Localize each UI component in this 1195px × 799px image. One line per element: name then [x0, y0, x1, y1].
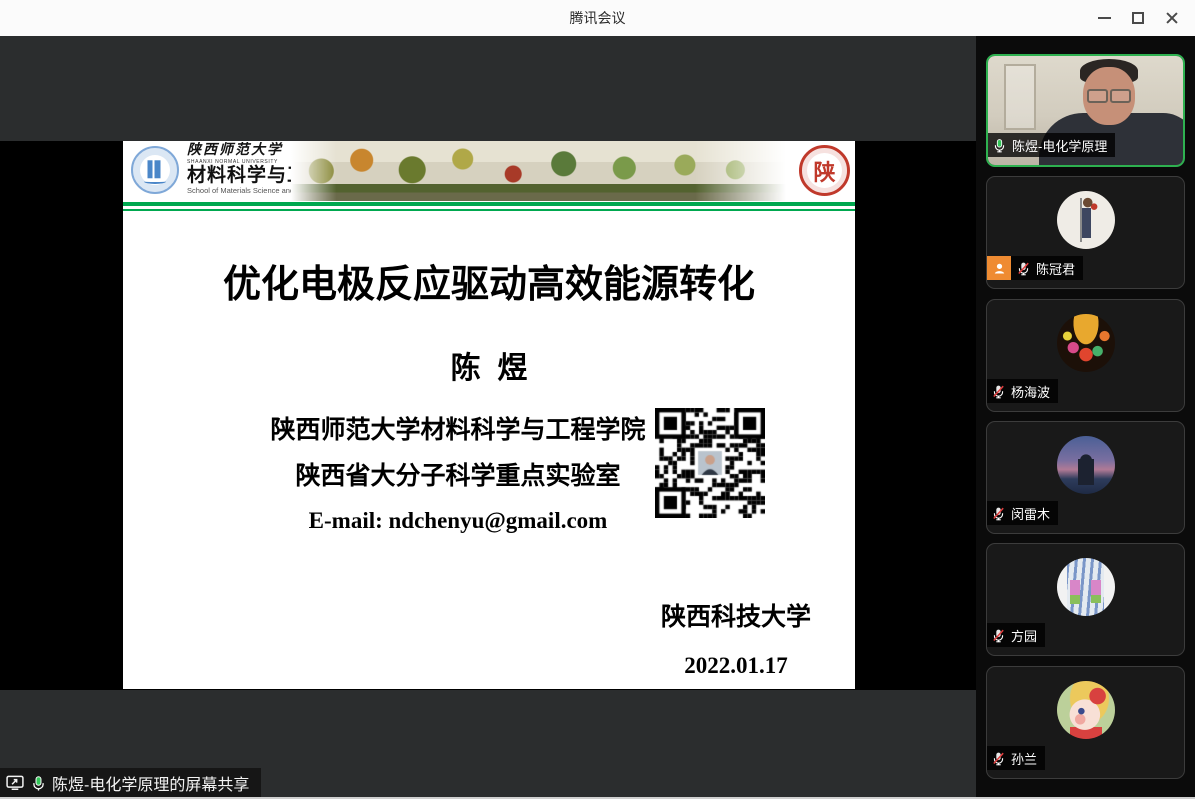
participant-label: 杨海波 [987, 379, 1058, 403]
logo-pillars [148, 160, 163, 178]
mic-on-icon [992, 138, 1007, 153]
participants-sidebar: 陈煜-电化学原理 陈冠君 [976, 36, 1195, 799]
qr-code-canvas [655, 408, 765, 518]
seal-character: 陕 [813, 155, 835, 187]
slide-footer: 陕西科技大学 2022.01.17 [591, 597, 881, 679]
mic-on-icon [30, 775, 47, 792]
screen-share-icon [5, 773, 25, 793]
university-seal-icon: 陕 [799, 145, 850, 196]
slide-title: 优化电极反应驱动高效能源转化 [123, 253, 855, 308]
participant-name: 方园 [1011, 626, 1037, 645]
maximize-button[interactable] [1121, 0, 1155, 36]
logo-arc [144, 179, 166, 184]
close-icon [1165, 11, 1179, 25]
banner-divider-thick [123, 202, 855, 206]
participant-label: 陈煜-电化学原理 [988, 133, 1115, 157]
mic-muted-icon [991, 506, 1006, 521]
participant-tile-fangyuan[interactable]: 方园 [986, 543, 1185, 656]
mic-muted-icon [991, 751, 1006, 766]
window-titlebar: 腾讯会议 [0, 0, 1195, 36]
screen-share-status-text: 陈煜-电化学原理的屏幕共享 [52, 771, 249, 795]
participant-tile-minleimu[interactable]: 闵雷木 [986, 421, 1185, 534]
shared-screen-area: 陕西师范大学 SHAANXI NORMAL UNIVERSITY 材料科学与工程… [0, 36, 976, 799]
mic-muted-icon [991, 384, 1006, 399]
avatar-image [1057, 558, 1115, 616]
participant-tile-yanghaibo[interactable]: 杨海波 [986, 299, 1185, 412]
participant-name: 孙兰 [1011, 749, 1037, 768]
banner-divider-thin [123, 209, 855, 211]
avatar-image [1057, 436, 1115, 494]
participant-label: 方园 [987, 623, 1045, 647]
mic-muted-icon [1016, 261, 1031, 276]
minimize-icon [1098, 17, 1111, 19]
maximize-icon [1132, 12, 1144, 24]
participant-name: 陈煜-电化学原理 [1012, 136, 1107, 155]
participant-tile-chenyu[interactable]: 陈煜-电化学原理 [986, 54, 1185, 167]
presentation-slide: 陕西师范大学 SHAANXI NORMAL UNIVERSITY 材料科学与工程… [123, 141, 855, 689]
window-controls [1087, 0, 1189, 36]
video-door [1004, 64, 1036, 130]
avatar-image [1057, 314, 1115, 372]
participant-label: 陈冠君 [987, 256, 1083, 280]
minimize-button[interactable] [1087, 0, 1121, 36]
screen-share-status-bar: 陈煜-电化学原理的屏幕共享 [0, 768, 261, 798]
university-logo-icon [131, 146, 179, 194]
venue-name: 陕西科技大学 [591, 597, 881, 633]
slide-header-banner: 陕西师范大学 SHAANXI NORMAL UNIVERSITY 材料科学与工程… [123, 141, 855, 201]
participant-label: 闵雷木 [987, 501, 1058, 525]
participant-name: 闵雷木 [1011, 504, 1050, 523]
avatar-image [1057, 191, 1115, 249]
mic-muted-icon [991, 628, 1006, 643]
close-button[interactable] [1155, 0, 1189, 36]
wechat-qr-code [655, 408, 765, 518]
campus-photo [291, 141, 796, 201]
participant-name: 陈冠君 [1036, 259, 1075, 278]
video-person-glasses [1087, 89, 1131, 99]
host-badge [987, 256, 1011, 280]
person-icon [992, 261, 1007, 276]
window-title: 腾讯会议 [570, 8, 626, 28]
participant-name: 杨海波 [1011, 382, 1050, 401]
participant-label: 孙兰 [987, 746, 1045, 770]
participant-tile-sunlan[interactable]: 孙兰 [986, 666, 1185, 779]
presentation-date: 2022.01.17 [591, 653, 881, 679]
participant-tile-chenguanjun[interactable]: 陈冠君 [986, 176, 1185, 289]
presenter-name: 陈 煜 [123, 343, 855, 387]
avatar-image [1057, 681, 1115, 739]
